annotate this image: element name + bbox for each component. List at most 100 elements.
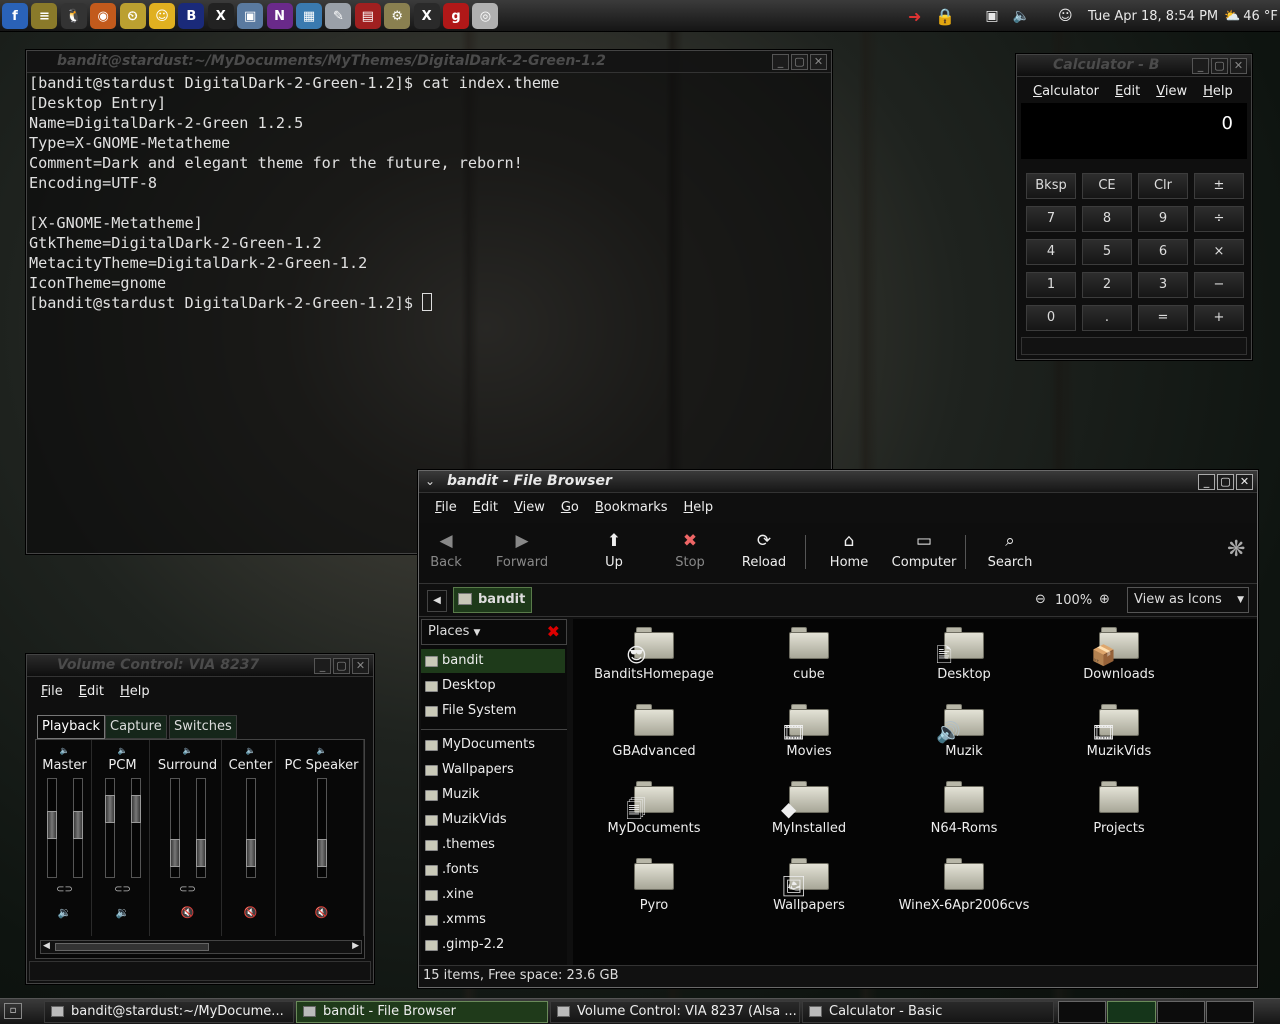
workspace-3[interactable]: [1156, 1001, 1205, 1023]
folder-item[interactable]: Projects: [1044, 781, 1194, 836]
slider-knob[interactable]: [196, 839, 206, 867]
stop-button[interactable]: ✖ Stop: [655, 523, 725, 583]
volume-slider[interactable]: [317, 778, 327, 878]
calc-button[interactable]: 7: [1026, 206, 1076, 232]
terminal-output[interactable]: [bandit@stardust DigitalDark-2-Green-1.2…: [29, 73, 559, 313]
bookmark-muzik[interactable]: Muzik: [421, 783, 565, 807]
computer-button[interactable]: ▭ Computer: [889, 523, 959, 583]
folder-item[interactable]: GBAdvanced: [579, 704, 729, 759]
cd-player-icon[interactable]: ◎: [472, 3, 499, 29]
calc-button[interactable]: 3: [1138, 272, 1188, 298]
home-button[interactable]: ⌂ Home: [814, 523, 884, 583]
folder-item[interactable]: 🖹 Desktop: [889, 627, 1039, 682]
volume-icon[interactable]: 🔈: [1013, 8, 1030, 24]
maximize-button[interactable]: ▢: [1217, 474, 1234, 490]
volume-slider[interactable]: [105, 778, 115, 878]
up-button[interactable]: ⬆ Up: [579, 523, 649, 583]
calc-button[interactable]: =: [1138, 305, 1188, 331]
folder-item[interactable]: 🎞 Movies: [734, 704, 884, 759]
calc-button[interactable]: 5: [1082, 239, 1132, 265]
menu-item-bookmarks[interactable]: Bookmarks: [587, 500, 676, 515]
bookmark--xmms[interactable]: .xmms: [421, 908, 565, 932]
volume-titlebar[interactable]: Volume Control: VIA 8237 _ ▢ ✕: [27, 655, 373, 677]
slider-knob[interactable]: [105, 795, 115, 823]
folder-item[interactable]: ◆ MyInstalled: [734, 781, 884, 836]
mute-icon[interactable]: 🔉: [96, 906, 149, 919]
search-button[interactable]: ⌕ Search: [975, 523, 1045, 583]
maximize-button[interactable]: ▢: [791, 54, 808, 70]
calc-button[interactable]: Clr: [1138, 173, 1188, 199]
volume-slider[interactable]: [170, 778, 180, 878]
menu-item-calculator[interactable]: Calculator: [1025, 84, 1107, 99]
zoom-in-icon[interactable]: ⊕: [1099, 592, 1110, 607]
bitch-x-icon[interactable]: B: [178, 3, 205, 29]
place-bandit[interactable]: bandit: [421, 649, 565, 673]
menu-item-help[interactable]: Help: [1195, 84, 1241, 99]
file-browser-titlebar[interactable]: ⌄ bandit - File Browser _ ▢ ✕: [419, 471, 1257, 493]
calc-button[interactable]: 4: [1026, 239, 1076, 265]
bookmark--xine[interactable]: .xine: [421, 883, 565, 907]
slider-knob[interactable]: [47, 811, 57, 839]
bookmark--gimp-2-2[interactable]: .gimp-2.2: [421, 933, 565, 957]
calculator-window[interactable]: Calculator - B _ ▢ ✕ Calculator Edit View Hel…: [1016, 54, 1252, 360]
lock-icon[interactable]: 🔒: [935, 7, 955, 26]
fedora-icon[interactable]: f: [2, 3, 28, 29]
calc-button[interactable]: CE: [1082, 173, 1132, 199]
file-browser-window[interactable]: ⌄ bandit - File Browser _ ▢ ✕ File Edit View…: [418, 470, 1258, 988]
close-button[interactable]: ✕: [1230, 58, 1247, 74]
workspace-4[interactable]: [1205, 1001, 1254, 1023]
weather-applet[interactable]: ⛅ 46 °F: [1224, 0, 1278, 32]
scrollbar-thumb[interactable]: [55, 943, 209, 951]
view-mode-select[interactable]: View as Icons ▼: [1127, 587, 1249, 613]
bookmark-wallpapers[interactable]: Wallpapers: [421, 758, 565, 782]
minimize-button[interactable]: _: [772, 54, 789, 70]
firefox-icon[interactable]: ◉: [90, 3, 117, 29]
calc-button[interactable]: ×: [1194, 239, 1244, 265]
folder-item[interactable]: 🗐 MyDocuments: [579, 781, 729, 836]
minimize-button[interactable]: _: [314, 658, 331, 674]
slider-knob[interactable]: [246, 839, 256, 867]
clock-app-icon[interactable]: ⏲: [119, 3, 146, 29]
places-dropdown[interactable]: Places ▼ ✖: [421, 619, 567, 645]
folder-item[interactable]: cube: [734, 627, 884, 682]
mute-icon[interactable]: 🔉: [38, 906, 91, 919]
gaim-tray-icon[interactable]: ☺: [1058, 8, 1073, 24]
tab-switches[interactable]: Switches: [169, 715, 237, 739]
calculator-titlebar[interactable]: Calculator - B _ ▢ ✕: [1017, 55, 1251, 77]
folder-item[interactable]: 🎞 MuzikVids: [1044, 704, 1194, 759]
lock-channels-icon[interactable]: ⊂⊃: [154, 884, 221, 895]
nvu-icon[interactable]: N: [266, 3, 293, 29]
volume-slider[interactable]: [131, 778, 141, 878]
reload-button[interactable]: ⟳ Reload: [729, 523, 799, 583]
icon-view[interactable]: 😎 BanditsHomepage cube 🖹 Desktop 📦 Downloads GB…: [573, 619, 1257, 965]
calc-button[interactable]: 0: [1026, 305, 1076, 331]
place-desktop[interactable]: Desktop: [421, 674, 565, 698]
slider-knob[interactable]: [317, 839, 327, 867]
zoom-out-icon[interactable]: ⊖: [1035, 592, 1046, 607]
window-menu-icon[interactable]: ⌄: [425, 474, 435, 488]
calc-button[interactable]: .: [1082, 305, 1132, 331]
menu-item-file[interactable]: File: [427, 500, 465, 515]
taskbar-button[interactable]: Calculator - Basic: [802, 1001, 1054, 1023]
zoom-level[interactable]: 100%: [1055, 593, 1092, 608]
mute-icon-muted[interactable]: 🔇: [226, 906, 275, 919]
slider-knob[interactable]: [73, 811, 83, 839]
menu-item-go[interactable]: Go: [553, 500, 587, 515]
menu-item-edit[interactable]: Edit: [1107, 84, 1148, 99]
taskbar-button[interactable]: bandit - File Browser: [296, 1001, 548, 1023]
clock[interactable]: Tue Apr 18, 8:54 PM: [1088, 0, 1218, 32]
close-button[interactable]: ✕: [810, 54, 827, 70]
path-back-icon[interactable]: ◀: [427, 590, 447, 612]
menu-item-edit[interactable]: Edit: [71, 684, 112, 699]
panel-menu-icon[interactable]: ≡: [31, 3, 58, 29]
path-button-bandit[interactable]: bandit: [453, 587, 533, 613]
close-sidebar-icon[interactable]: ✖: [547, 620, 560, 644]
minimize-button[interactable]: _: [1192, 58, 1209, 74]
menu-item-view[interactable]: View: [506, 500, 553, 515]
bookmark-mydocuments[interactable]: MyDocuments: [421, 733, 565, 757]
calc-button[interactable]: ±: [1194, 173, 1244, 199]
taskbar-button[interactable]: bandit@stardust:~/MyDocume...: [44, 1001, 294, 1023]
horizontal-scrollbar[interactable]: ◀ ▶: [40, 940, 362, 954]
calc-button[interactable]: 1: [1026, 272, 1076, 298]
text-editor-icon[interactable]: ✎: [325, 3, 352, 29]
